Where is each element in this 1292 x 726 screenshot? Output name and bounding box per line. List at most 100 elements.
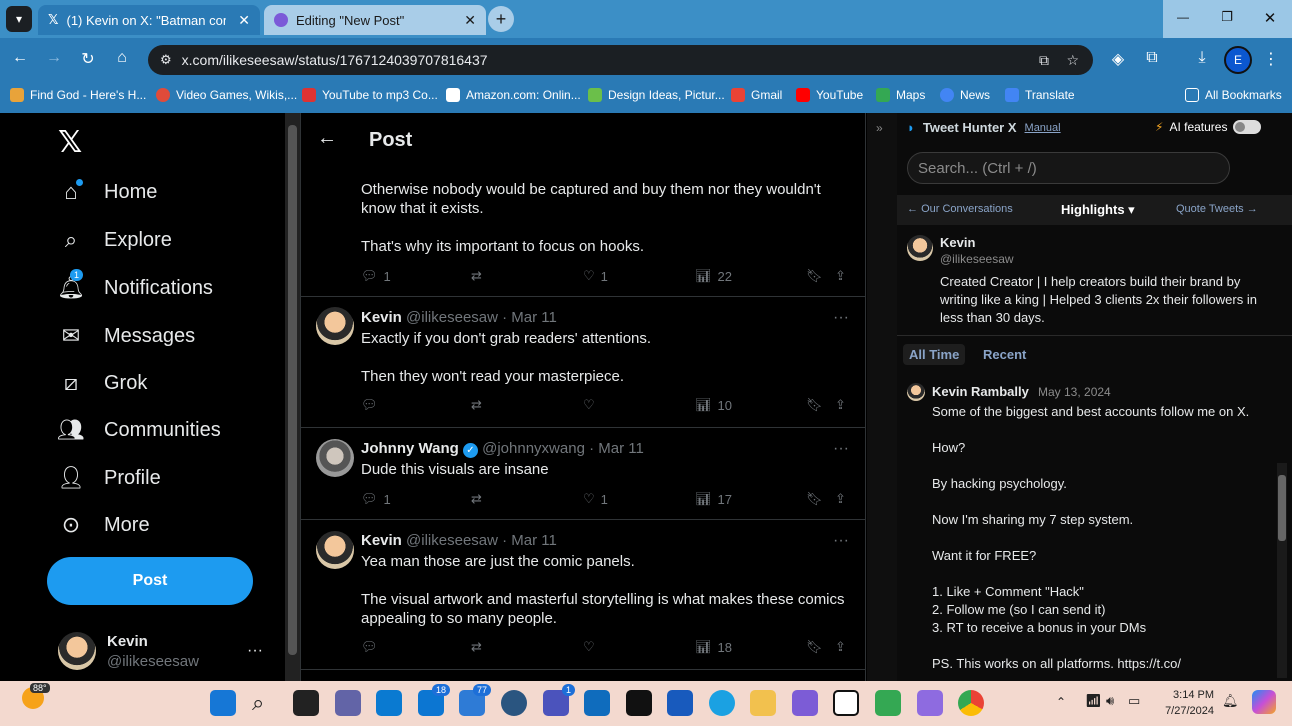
share-icon[interactable]: ⇪ [835,491,846,507]
nav-communities[interactable]: 👥︎ Communities [57,417,221,443]
more-options-icon[interactable]: ··· [833,532,849,550]
repost-icon[interactable]: ⇄ [471,639,482,655]
views-icon[interactable]: 📊︎ 22 [695,268,732,284]
app-icon[interactable] [917,690,943,716]
bookmark-item[interactable]: Design Ideas, Pictur... [588,88,725,102]
browser-icon[interactable] [501,690,527,716]
tab-x-post[interactable]: 𝕏 (1) Kevin on X: "Batman comics ✕ [38,5,260,35]
views-icon[interactable]: 📊︎ 18 [695,639,732,655]
bookmark-icon[interactable]: 🔖︎ [806,268,823,284]
double-chevron-icon[interactable]: » [876,121,883,135]
download-icon[interactable]: ⤓ [1190,49,1214,67]
notion-icon[interactable] [833,690,859,716]
bookmark-item[interactable]: News [940,88,990,102]
capcut-icon[interactable] [626,690,652,716]
nav-notifications[interactable]: 🔔︎ 1 Notifications [57,269,213,301]
repost-icon[interactable]: ⇄ [471,268,482,284]
bookmark-icon[interactable]: 🔖︎ [806,639,823,655]
bookmark-item[interactable]: YouTube [796,88,863,102]
avatar[interactable] [316,307,354,345]
nav-grok[interactable]: ⧄ Grok [58,370,147,396]
highlights-dropdown[interactable]: Highlights ▾ [1061,202,1135,218]
url-text[interactable]: x.com/ilikeseesaw/status/176712403970781… [182,52,488,68]
copilot-icon[interactable] [1252,690,1276,714]
weather-widget[interactable]: 88° [22,683,50,709]
minimize-button[interactable]: — [1171,10,1195,24]
reply-icon[interactable]: 💬︎ 1 [361,268,391,284]
repost-icon[interactable]: ⇄ [471,397,482,413]
forward-arrow-icon[interactable]: → [42,49,66,67]
restore-button[interactable]: ❐ [1215,9,1239,25]
reply-icon[interactable]: 💬︎ [361,639,378,655]
bookmark-star-icon[interactable]: ☆ [1066,52,1079,69]
address-bar[interactable]: ⚙ x.com/ilikeseesaw/status/1767124039707… [148,45,1093,75]
page-scrollbar[interactable] [285,113,300,681]
volume-icon[interactable]: 🔊︎ [1106,693,1114,709]
post-button[interactable]: Post [47,557,253,605]
bookmark-item[interactable]: Gmail [731,88,782,102]
bookmark-item[interactable]: Video Games, Wikis,... [156,88,297,102]
puzzle-icon[interactable]: ⧉ [1140,49,1164,67]
mail-icon[interactable]: 77 [459,684,491,716]
tab-search-button[interactable]: ▾ [6,6,32,32]
reply-icon[interactable]: 💬︎ [361,397,378,413]
panel-scrollbar[interactable] [1277,463,1287,678]
quote-tweets-link[interactable]: Quote Tweets → [1176,203,1258,215]
new-tab-button[interactable]: + [488,6,514,32]
panel-search-input[interactable]: Search... (Ctrl + /) [907,152,1230,184]
author-name[interactable]: Kevin [361,309,402,326]
reload-icon[interactable]: ↻ [76,49,100,69]
app-icon[interactable] [792,690,818,716]
nav-home[interactable]: ⌂ Home [58,179,157,205]
close-window-button[interactable]: ✕ [1258,9,1282,27]
like-icon[interactable]: ♡ [583,397,595,413]
bookmark-item[interactable]: Find God - Here's H... [10,88,146,102]
clock[interactable]: 3:14 PM 7/27/2024 [1150,687,1214,719]
views-icon[interactable]: 📊︎ 10 [695,397,732,413]
repost-icon[interactable]: ⇄ [471,491,482,507]
chat-icon[interactable] [335,690,361,716]
ai-features-toggle[interactable]: ⚡ AI features [1155,120,1262,134]
share-icon[interactable]: ⇪ [835,268,846,284]
share-icon[interactable]: ⇪ [835,397,846,413]
bookmark-item[interactable]: Amazon.com: Onlin... [446,88,581,102]
more-options-icon[interactable]: ··· [833,440,849,458]
nav-messages[interactable]: ✉ Messages [58,323,195,349]
account-switcher[interactable]: Kevin @ilikeseesaw ··· [58,630,278,674]
task-view-icon[interactable] [293,690,319,716]
bookmark-icon[interactable]: 🔖︎ [806,491,823,507]
like-icon[interactable]: ♡ [583,639,595,655]
tab-recent[interactable]: Recent [983,347,1026,362]
bookmark-item[interactable]: Translate [1005,88,1075,102]
open-in-app-icon[interactable]: ⧉ [1039,52,1049,69]
close-tab-icon[interactable]: ✕ [464,12,476,29]
more-options-icon[interactable]: ··· [833,309,849,327]
bookmark-item[interactable]: Maps [876,88,925,102]
word-icon[interactable] [667,690,693,716]
start-icon[interactable] [210,690,236,716]
battery-icon[interactable]: ▭ [1128,693,1140,709]
extension-icon[interactable]: ◈ [1106,49,1130,69]
site-info-icon[interactable]: ⚙ [160,52,172,68]
chevron-up-icon[interactable]: ⌃ [1056,695,1066,709]
like-icon[interactable]: ♡ 1 [583,268,608,284]
wifi-icon[interactable]: 📶︎ [1085,693,1102,709]
like-icon[interactable]: ♡ 1 [583,491,608,507]
toggle-switch[interactable] [1233,120,1262,134]
reply-icon[interactable]: 💬︎ 1 [361,491,391,507]
search-icon[interactable]: ⌕ [252,690,278,716]
close-tab-icon[interactable]: ✕ [238,12,250,29]
menu-icon[interactable]: ⋮ [1259,49,1283,69]
views-icon[interactable]: 📊︎ 17 [695,491,732,507]
more-options-icon[interactable]: ··· [247,642,263,660]
avatar[interactable] [316,531,354,569]
meet-icon[interactable] [875,690,901,716]
bookmark-item[interactable]: YouTube to mp3 Co... [302,88,438,102]
chrome-icon[interactable] [958,690,984,716]
file-explorer-icon[interactable] [750,690,776,716]
share-icon[interactable]: ⇪ [835,639,846,655]
author-name[interactable]: Kevin [361,532,402,549]
our-conversations-link[interactable]: ← Our Conversations [907,203,1013,215]
nav-profile[interactable]: 👤︎ Profile [57,465,161,491]
panel-collapse-strip[interactable]: » [867,113,897,681]
